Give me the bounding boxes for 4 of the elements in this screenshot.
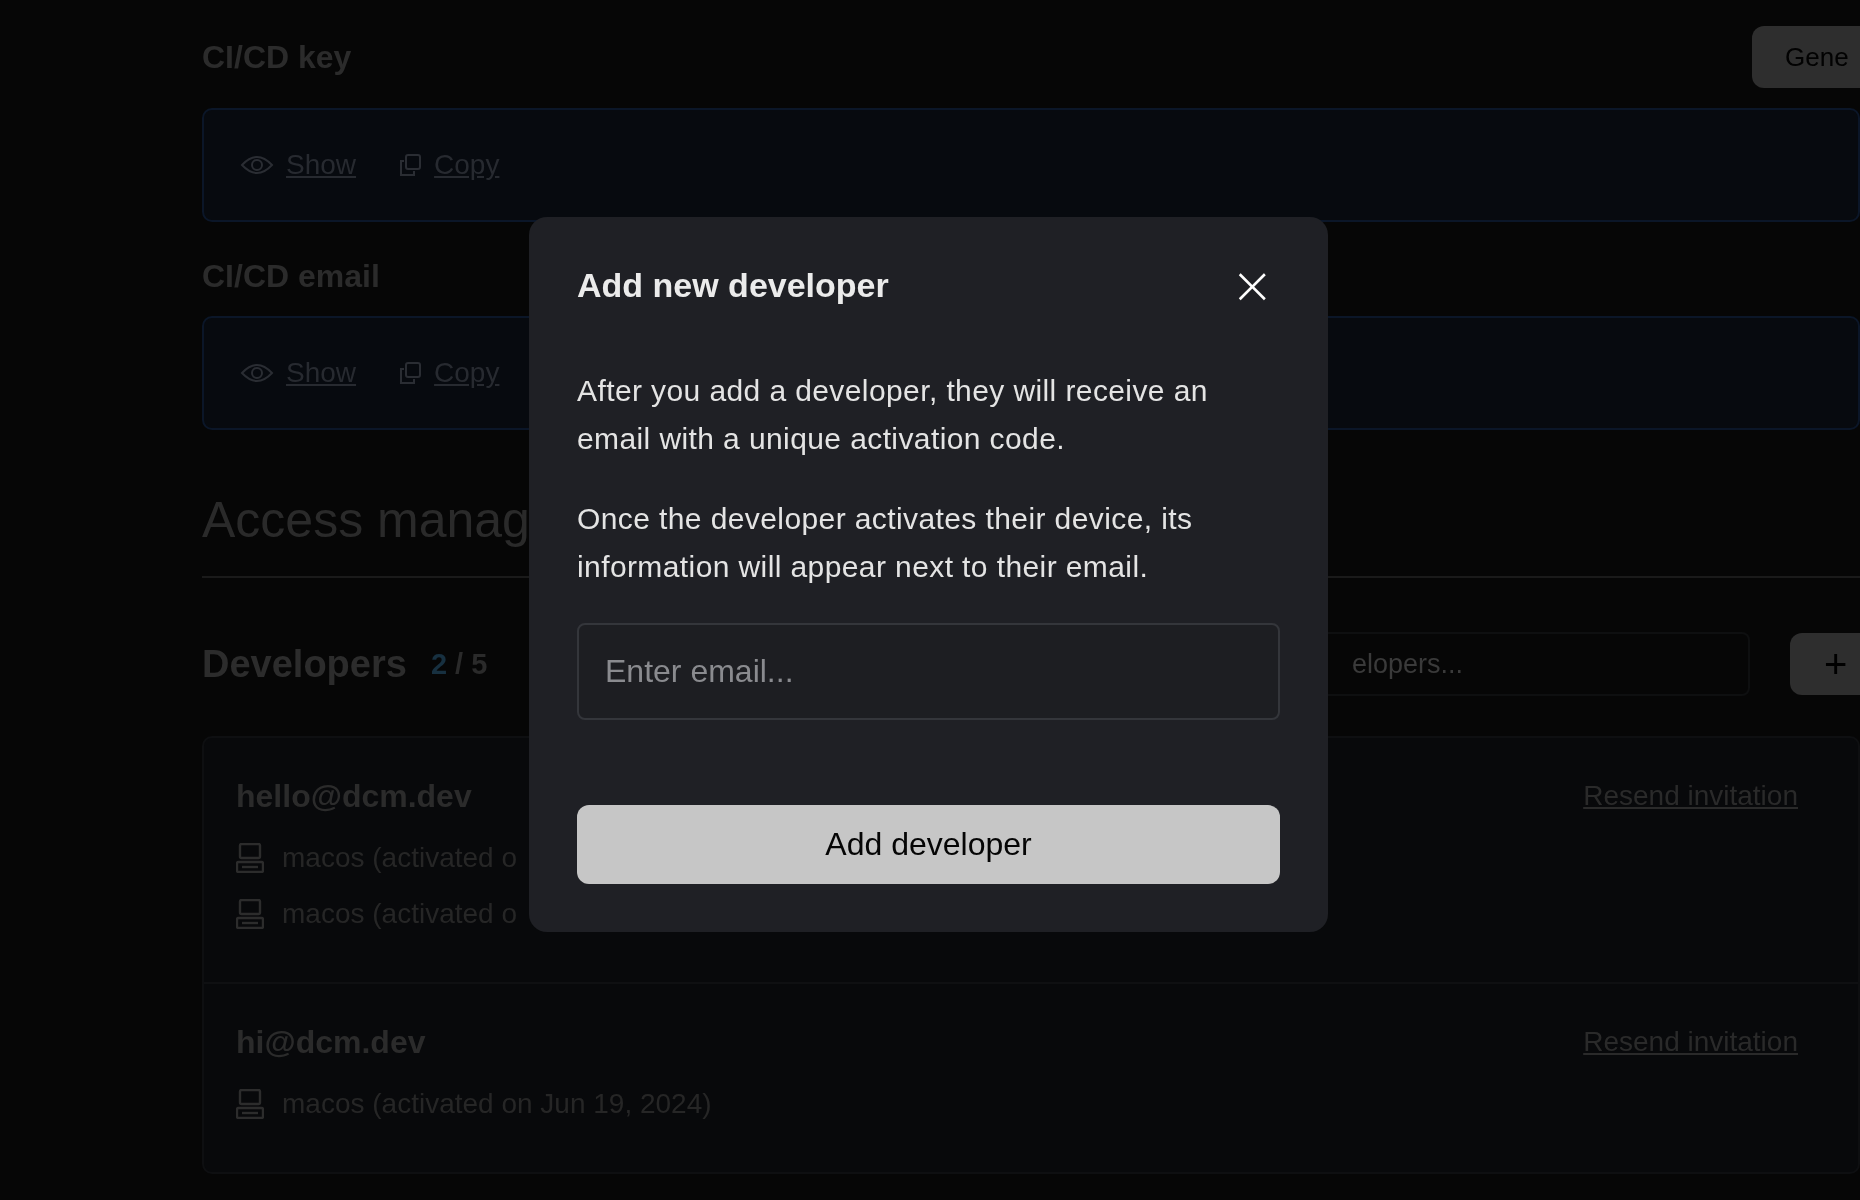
developer-count: 2 <box>430 647 448 681</box>
dialog-text: Once the developer activates their device, its information will appear next to their email. <box>577 501 1194 585</box>
dialog-title: Add new developer <box>577 265 889 305</box>
dialog-text: After you add a developer, they will receive an email with a unique activation code. <box>577 373 1209 457</box>
